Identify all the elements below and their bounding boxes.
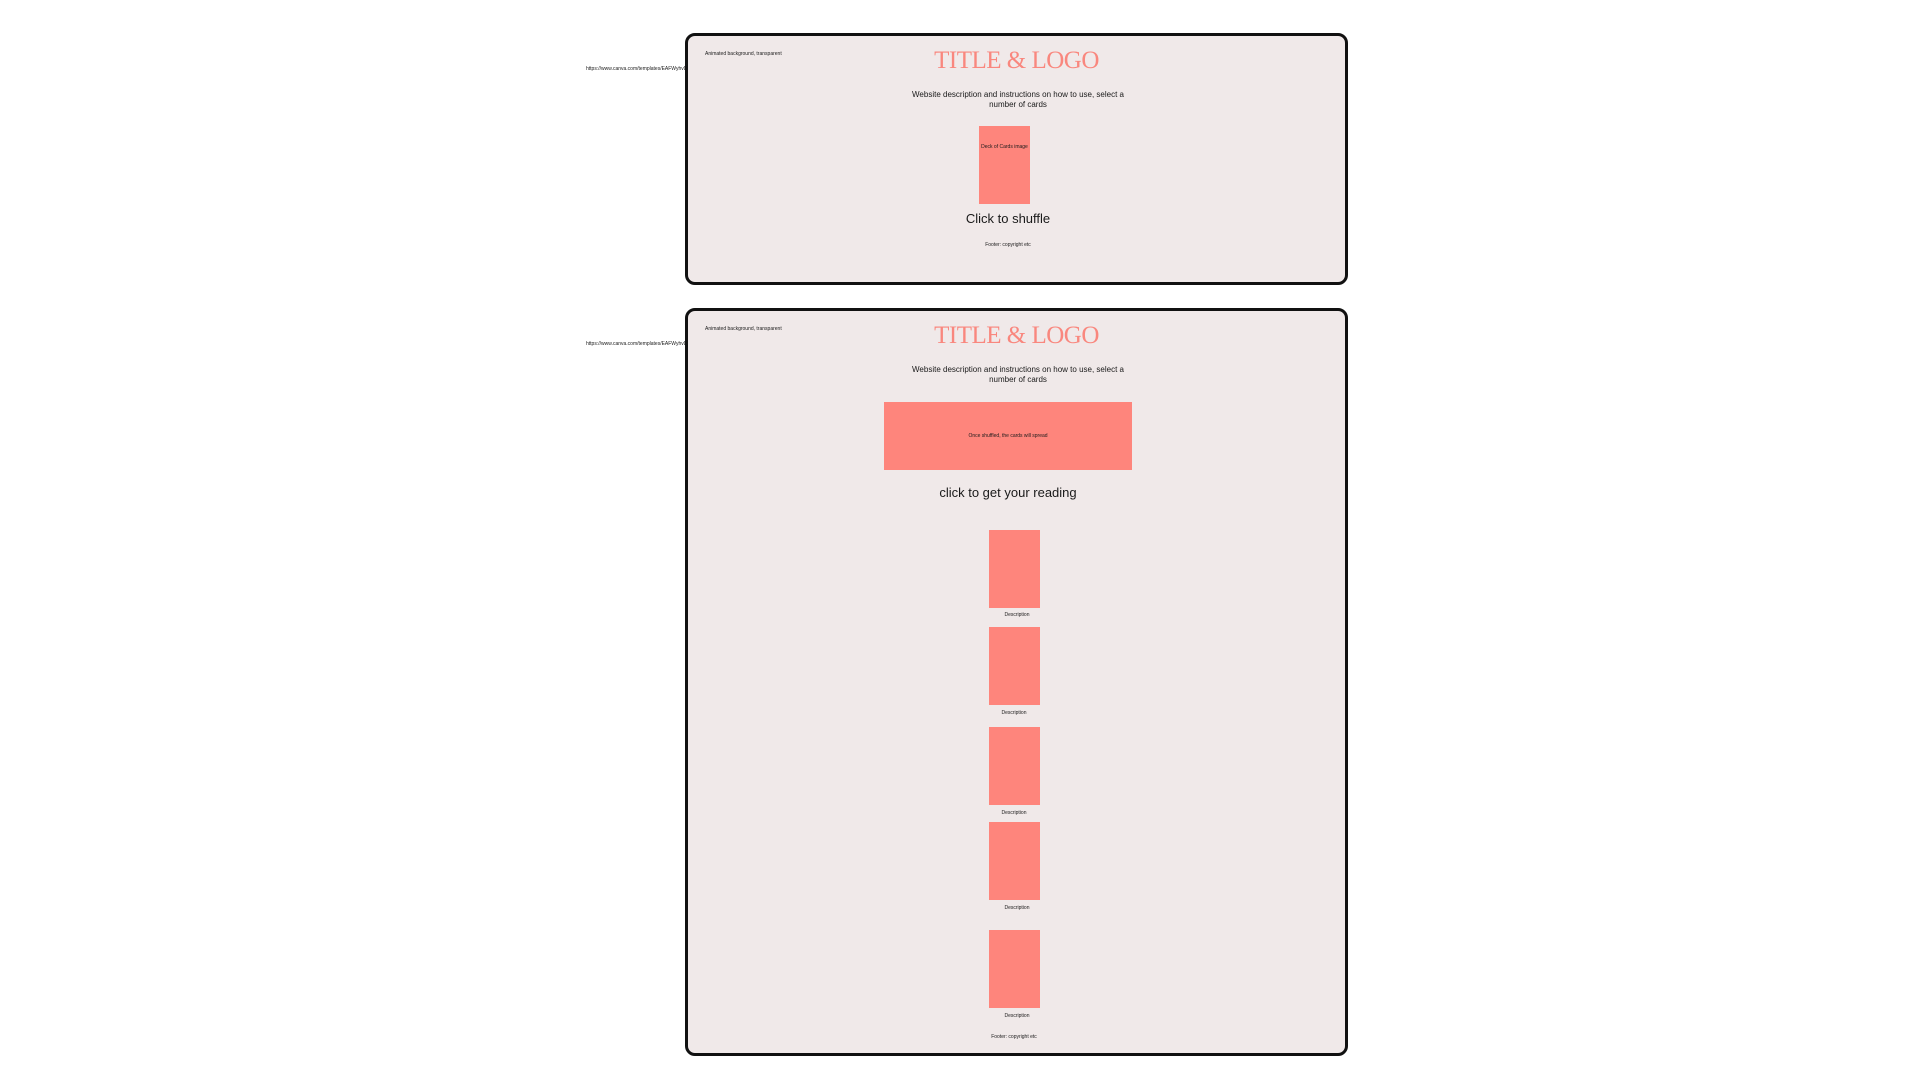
wireframe-landing: Animated background, transparent TITLE &…: [685, 33, 1348, 285]
result-card-description: Description: [1004, 1013, 1030, 1019]
result-card-description: Description: [1001, 810, 1027, 816]
footer: Footer: copyright etc: [991, 1034, 1037, 1040]
shuffle-button[interactable]: Click to shuffle: [688, 211, 1328, 226]
result-card-1[interactable]: [989, 530, 1040, 608]
get-reading-button[interactable]: click to get your reading: [688, 485, 1328, 500]
result-card-2[interactable]: [989, 627, 1040, 705]
result-card-description: Description: [1004, 905, 1030, 911]
deck-of-cards-image[interactable]: Deck of Cards image: [979, 126, 1030, 204]
footer: Footer: copyright etc: [985, 242, 1031, 248]
design-canvas: https://www.canva.com/templates/EAFWyhvD…: [0, 0, 1920, 1080]
title-logo: TITLE & LOGO: [934, 47, 1099, 74]
result-card-description: Description: [1001, 710, 1027, 716]
spread-label: Once shuffled, the cards will spread: [968, 433, 1048, 439]
result-card-5[interactable]: [989, 930, 1040, 1008]
result-card-4[interactable]: [989, 822, 1040, 900]
website-description: Website description and instructions on …: [912, 365, 1124, 384]
card-spread-area[interactable]: Once shuffled, the cards will spread: [884, 402, 1132, 470]
result-card-description: Description: [1004, 612, 1030, 618]
wireframe-reading: Animated background, transparent TITLE &…: [685, 308, 1348, 1056]
title-logo: TITLE & LOGO: [934, 322, 1099, 349]
deck-image-label: Deck of Cards image: [981, 144, 1028, 150]
website-description: Website description and instructions on …: [912, 90, 1124, 109]
result-card-3[interactable]: [989, 727, 1040, 805]
